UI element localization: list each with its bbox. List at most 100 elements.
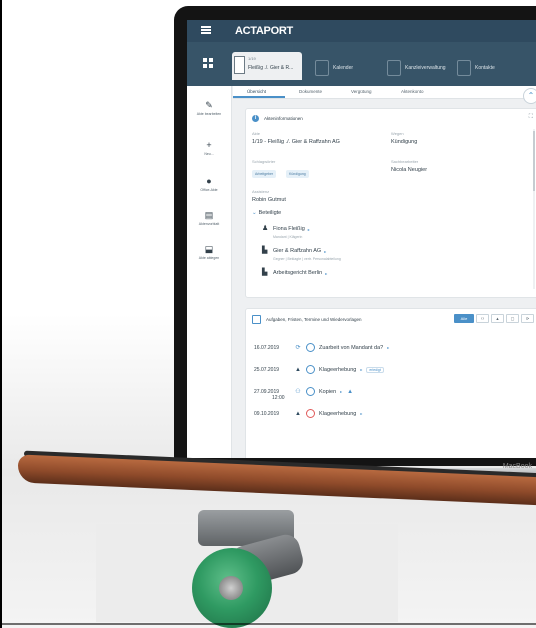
arrow-right-icon: ▸ (340, 389, 343, 394)
card-title: Aufgaben, Fristen, Termine und Wiedervor… (266, 317, 362, 322)
party-item[interactable]: ♟ Fiona Fleißig ▸ (262, 225, 310, 233)
tab-kalender[interactable]: Kalender (315, 56, 353, 80)
sidebar-item-aktenvorblatt[interactable]: ▤ Aktenvorblatt (187, 210, 231, 227)
tab-label: Kontakte (475, 65, 495, 71)
arrow-right-icon: ▸ (387, 345, 390, 350)
task-text: Klageerhebung (319, 410, 357, 417)
filter-refresh-icon[interactable]: ⟳ (521, 314, 534, 323)
sidebar-item-office-akte[interactable]: ● Office-Akte (187, 176, 231, 193)
akte-value[interactable]: 1/19 - Fleißig ./. Gier & Raffzahn AG (252, 139, 340, 145)
task-date: 25.07.2019 (254, 366, 280, 373)
timeline-node-overdue (306, 409, 315, 418)
party-item[interactable]: ▙ Gier & Raffzahn AG ▸ (262, 247, 326, 255)
subtab-dokumente[interactable]: Dokumente (299, 89, 322, 94)
document-icon (234, 56, 245, 74)
card-header: i Akteninformationen (252, 115, 303, 122)
task-date: 27.09.2019 (254, 388, 280, 395)
schlagwoerter-label: Schlagwörter (252, 159, 276, 164)
tab-label: Kalender (333, 65, 354, 71)
task-filter-bar: Alle ⚇ ▲ ▢ ⟳ (454, 314, 534, 323)
timeline-node (306, 387, 315, 396)
sidebar-item-label: Office-Akte (200, 188, 218, 192)
task-row[interactable]: 16.07.2019 ⟳ Zuarbeit von Mandant da? ▸ (254, 343, 389, 352)
task-text: Klageerhebung (319, 366, 357, 373)
filter-people-icon[interactable]: ⚇ (476, 314, 489, 323)
akte-label: Akte (252, 131, 261, 136)
image-left-border (0, 0, 2, 628)
sidebar-item-akte-ablegen[interactable]: ⬓ Akte ablegen (187, 244, 231, 261)
akteninformationen-card: i Akteninformationen ⛶ Akte 1/19 - Fleiß… (245, 108, 536, 298)
active-subtab-indicator (233, 96, 285, 98)
subtab-bar: Übersicht Dokumente Vergütung Aktenkonto (233, 86, 536, 99)
task-row[interactable]: 25.07.2019 ▲ Klageerhebung ▸ erledigt (254, 365, 384, 374)
timeline-node (306, 343, 315, 352)
filter-all-button[interactable]: Alle (454, 314, 474, 323)
subtab-uebersicht[interactable]: Übersicht (247, 89, 266, 94)
office-icon: ● (206, 176, 212, 186)
app-logo: ACTAPORT (235, 25, 293, 37)
wheel-hub (219, 576, 243, 600)
sachbearbeiter-value: Nicola Neugier (391, 167, 428, 173)
case-tab[interactable]: 1/19 Fleißig ./. Gier & R... (232, 52, 302, 80)
tab-label: Kanzleiverwaltung (405, 65, 446, 71)
expand-icon[interactable]: ⛶ (529, 114, 533, 121)
task-text: Kopien (319, 388, 337, 395)
hamburger-menu-icon[interactable] (201, 29, 211, 31)
subtab-aktenkonto[interactable]: Aktenkonto (401, 89, 424, 94)
card-header: Aufgaben, Fristen, Termine und Wiedervor… (252, 315, 361, 324)
filter-calendar-icon[interactable]: ▢ (506, 314, 519, 323)
bell-icon: ▲ (347, 388, 354, 395)
bell-icon: ▲ (295, 410, 301, 417)
timeline-node (306, 365, 315, 374)
sidebar-item-neu[interactable]: + Neu... (187, 140, 231, 157)
party-name: Gier & Raffzahn AG (273, 248, 322, 254)
subtab-verguetung[interactable]: Vergütung (351, 89, 372, 94)
beteiligte-toggle[interactable]: ⌄ Beteiligte (252, 210, 281, 216)
image-bottom-border (0, 623, 536, 625)
clipboard-icon: ▤ (204, 210, 214, 220)
arrow-right-icon: ▸ (360, 411, 363, 416)
sidebar-item-label: Aktenvorblatt (198, 222, 220, 226)
filter-bell-icon[interactable]: ▲ (491, 314, 504, 323)
sachbearbeiter-label: Sachbearbeiter (391, 159, 419, 164)
aufgaben-card: Aufgaben, Fristen, Termine und Wiedervor… (245, 308, 536, 458)
laptop-screen: ACTAPORT 1/19 Fleißig ./. Gier & R... Ka… (187, 20, 536, 458)
wegen-value: Kündigung (391, 139, 418, 145)
task-row[interactable]: 09.10.2019 ▲ Klageerhebung ▸ (254, 409, 362, 418)
assistenz-value: Robin Gutmut (252, 197, 286, 203)
tag-chip[interactable]: Arbeitgeber (252, 170, 277, 178)
sidebar-item-label: Akte bearbeiten (196, 112, 222, 116)
case-number: 1/19 (248, 56, 256, 61)
scrollbar-thumb[interactable] (533, 131, 535, 191)
task-row[interactable]: 27.09.2019 ⚇ Kopien ▸ ▲ (254, 387, 354, 396)
tag-chip[interactable]: Kündigung (286, 170, 309, 178)
task-time: 12:00 (272, 395, 285, 401)
refresh-icon: ⟳ (295, 345, 301, 351)
bell-icon: ▲ (295, 366, 301, 373)
party-name: Arbeitsgericht Berlin (273, 270, 323, 276)
office-building-icon (387, 60, 401, 76)
sidebar-item-akte-bearbeiten[interactable]: ✎ Akte bearbeiten (187, 100, 231, 117)
dashboard-grid-icon[interactable] (203, 58, 213, 68)
chevron-down-icon: ⌄ (252, 210, 257, 216)
tab-kanzleiverwaltung[interactable]: Kanzleiverwaltung (387, 56, 446, 80)
party-item[interactable]: ▙ Arbeitsgericht Berlin ▸ (262, 269, 327, 277)
person-icon: ♟ (262, 225, 269, 232)
people-icon: ⚇ (295, 389, 301, 395)
assistenz-label: Assistenz (252, 189, 270, 194)
party-name: Fiona Fleißig (273, 226, 305, 232)
calendar-icon (252, 315, 261, 324)
tab-kontakte[interactable]: Kontakte (457, 56, 495, 80)
plus-icon: + (206, 140, 212, 150)
wegen-label: Wegen (391, 131, 404, 136)
party-role: Mandant | Klägerin (273, 235, 303, 239)
building-icon: ▙ (262, 247, 268, 254)
card-title: Akteninformationen (264, 116, 303, 121)
sidebar-item-label: Neu... (204, 152, 214, 156)
task-date: 16.07.2019 (254, 344, 280, 351)
case-title: Fleißig ./. Gier & R... (248, 65, 294, 71)
task-text: Zuarbeit von Mandant da? (319, 344, 384, 351)
sidebar-item-label: Akte ablegen (198, 256, 220, 260)
info-icon: i (252, 115, 259, 122)
scroll-up-button[interactable]: ⌃ (523, 88, 536, 104)
